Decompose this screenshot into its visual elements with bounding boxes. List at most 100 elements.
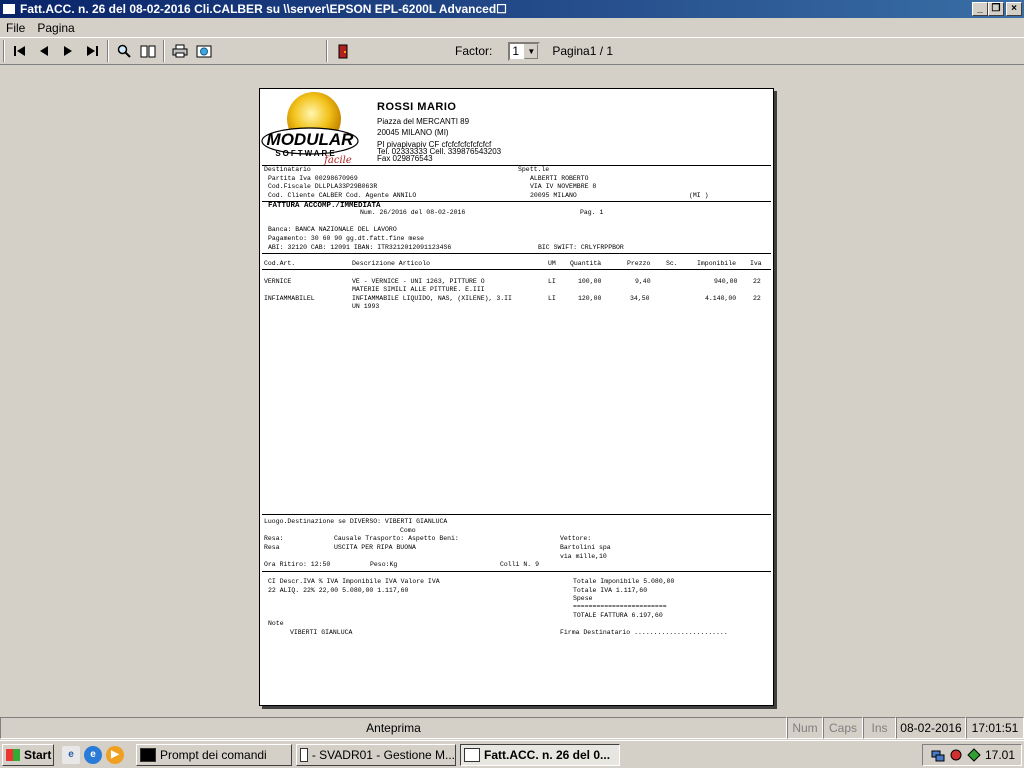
- export-button[interactable]: [192, 40, 216, 62]
- toolbar-separator: [163, 40, 165, 62]
- bank-codes: ABI: 32120 CAB: 12091 IBAN: ITR321201209…: [268, 244, 452, 251]
- company-city: 20045 MILANO (MI): [377, 128, 449, 137]
- zoom-button[interactable]: [112, 40, 136, 62]
- resa-value: Resa: [264, 544, 280, 551]
- factor-select[interactable]: 1 ▼: [508, 41, 541, 61]
- carrier-address: via mille,10: [560, 553, 607, 560]
- start-button[interactable]: Start: [2, 743, 54, 766]
- customer-city: 20095 MILANO: [530, 192, 577, 199]
- toolbar-separator: [326, 40, 328, 62]
- menu-pagina[interactable]: Pagina: [31, 21, 80, 35]
- delivery-city: Como: [400, 527, 416, 534]
- pickup-time: Ora Ritiro: 12:50: [264, 561, 331, 568]
- task-svadr01[interactable]: - SVADR01 - Gestione M...: [296, 743, 456, 766]
- print-button[interactable]: [168, 40, 192, 62]
- delivery-destination: Luogo.Destinazione se DIVERSO: VIBERTI G…: [264, 518, 448, 525]
- row-desc-cont: MATERIE SIMILI ALLE PITTURE. E.III: [352, 286, 485, 293]
- customer-name: ALBERTI ROBERTO: [530, 175, 589, 182]
- app-icon: [2, 3, 16, 15]
- network-icon[interactable]: [931, 748, 945, 762]
- toolbar: Factor: 1 ▼ Pagina1 / 1: [0, 37, 1024, 65]
- notes-value: VIBERTI GIANLUCA: [290, 629, 353, 636]
- invoice-page: MODULAR SOFTWARE facile ROSSI MARIO Piaz…: [259, 88, 774, 706]
- first-page-icon: [14, 46, 25, 56]
- iva-table-header: CI Descr.IVA % IVA Imponibile IVA Valore…: [268, 578, 440, 585]
- status-ins: Ins: [863, 717, 896, 739]
- carrier-name: Bartolini spa: [560, 544, 611, 551]
- divider: [262, 571, 771, 572]
- row-um: LI: [548, 278, 556, 285]
- prev-page-icon: [40, 46, 48, 56]
- task-command-prompt[interactable]: Prompt dei comandi: [136, 743, 292, 766]
- causale-value: USCITA PER RIPA BUONA: [334, 544, 416, 551]
- header-um: UM: [548, 260, 556, 267]
- partita-iva: Partita Iva 00298670969: [268, 175, 358, 182]
- header-cod: Cod.Art.: [264, 260, 296, 267]
- windows-logo-icon: [6, 748, 20, 761]
- total-taxable: Totale Imponibile 5.080,00: [573, 578, 675, 585]
- first-page-button[interactable]: [8, 40, 32, 62]
- row-imponibile: 4.140,00: [705, 295, 737, 302]
- modular-software-logo: MODULAR SOFTWARE facile: [261, 92, 359, 166]
- quick-launch: e e ▶: [62, 745, 124, 764]
- customer-province: (MI ): [689, 192, 709, 199]
- total-iva: Totale IVA 1.117,60: [573, 587, 648, 594]
- row-desc-cont: UN 1993: [352, 303, 380, 310]
- company-address: Piazza del MERCANTI 89: [377, 117, 470, 126]
- header-prezzo: Prezzo: [627, 260, 651, 267]
- prev-page-button[interactable]: [32, 40, 56, 62]
- row-prezzo: 9,40: [635, 278, 651, 285]
- weight: Peso:Kg: [370, 561, 398, 568]
- minimize-button[interactable]: _: [972, 2, 988, 16]
- header-iva: Iva: [750, 260, 762, 267]
- restore-button[interactable]: ❐: [988, 2, 1004, 16]
- close-button[interactable]: ×: [1006, 2, 1022, 16]
- task-fatt-acc[interactable]: Fatt.ACC. n. 26 del 0...: [460, 743, 620, 766]
- row-desc: INFIAMMABILE LIQUIDO, NAS, (XILENE), 3.I…: [352, 295, 512, 302]
- company-name: ROSSI MARIO: [377, 101, 457, 113]
- last-page-icon: [87, 46, 98, 56]
- chevron-down-icon[interactable]: ▼: [524, 43, 539, 59]
- update-icon[interactable]: [967, 748, 981, 762]
- last-page-button[interactable]: [80, 40, 104, 62]
- row-prezzo: 34,50: [630, 295, 650, 302]
- factor-label: Factor:: [455, 44, 493, 58]
- preview-area[interactable]: MODULAR SOFTWARE facile ROSSI MARIO Piaz…: [0, 66, 1024, 716]
- row-qta: 100,00: [578, 278, 602, 285]
- row-iva: 22: [753, 295, 761, 302]
- company-fax: Fax 029876543: [377, 154, 433, 163]
- magnifier-icon: [117, 44, 131, 58]
- task-label: Prompt dei comandi: [160, 747, 267, 762]
- row-imponibile: 940,00: [714, 278, 738, 285]
- next-page-button[interactable]: [56, 40, 80, 62]
- spett-label: Spett.le: [518, 166, 550, 173]
- row-cod: INFIAMMABILEL: [264, 295, 315, 302]
- divider: [262, 253, 771, 254]
- destinatario-label: Destinatario: [264, 166, 311, 173]
- next-page-icon: [64, 46, 72, 56]
- task-label: - SVADR01 - Gestione M...: [311, 747, 455, 762]
- notes-label: Note: [268, 620, 284, 627]
- window-icon: [464, 747, 480, 762]
- total-invoice: TOTALE FATTURA 6.197,60: [573, 612, 663, 619]
- menu-file[interactable]: File: [0, 21, 31, 35]
- security-icon[interactable]: [949, 748, 963, 762]
- two-pages-button[interactable]: [136, 40, 160, 62]
- internet-explorer-icon[interactable]: e: [84, 745, 102, 764]
- resa-label: Resa:: [264, 535, 284, 542]
- toolbar-grip: [3, 40, 5, 62]
- printer-icon: [172, 44, 188, 58]
- title-bar: Fatt.ACC. n. 26 del 08-02-2016 Cli.CALBE…: [0, 0, 1024, 18]
- bic-swift: BIC SWIFT: CRLYFRPPBOR: [538, 244, 624, 251]
- command-prompt-icon: [140, 747, 156, 762]
- expenses: Spese: [573, 595, 593, 602]
- media-player-icon[interactable]: ▶: [106, 745, 124, 764]
- payment-terms: Pagamento: 30 60 90 gg.dt.fatt.fine mese: [268, 235, 425, 242]
- row-desc: VE - VERNICE - UNI 1263, PITTURE O: [352, 278, 485, 285]
- taskbar: Start e e ▶ Prompt dei comandi - SVADR01…: [0, 740, 1024, 768]
- start-label: Start: [24, 747, 52, 762]
- exit-button[interactable]: [331, 40, 355, 62]
- toolbar-separator: [107, 40, 109, 62]
- show-desktop-icon[interactable]: e: [62, 745, 80, 764]
- cod-fiscale: Cod.Fiscale DLLPLA33P29B063R: [268, 183, 378, 190]
